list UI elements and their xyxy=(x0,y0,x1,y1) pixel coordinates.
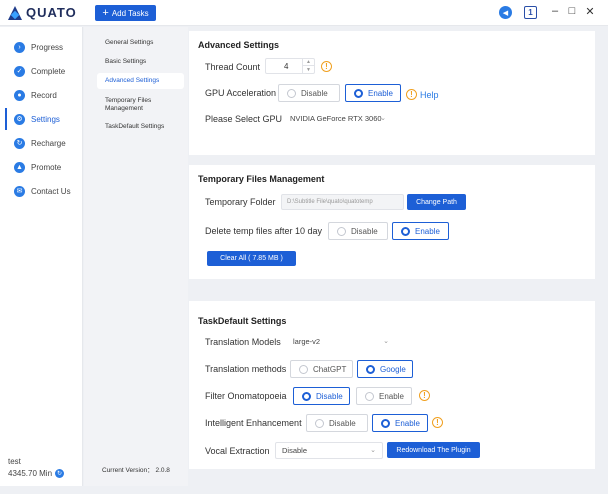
complete-icon: ✓ xyxy=(14,65,25,77)
app-logo: QUATO xyxy=(8,5,77,20)
filter-warning-icon: ! xyxy=(419,390,430,401)
filter-disable-radio[interactable]: Disable xyxy=(293,387,350,405)
gpu-select[interactable]: NVIDIA GeForce RTX 3060 ⌄ xyxy=(283,110,393,127)
gpu-enable-radio[interactable]: Enable xyxy=(345,84,401,102)
redownload-plugin-button[interactable]: Redownload The Plugin xyxy=(387,442,480,458)
sidebar-item-progress[interactable]: › Progress xyxy=(0,36,83,58)
translation-methods-label: Translation methods xyxy=(205,364,287,374)
translation-models-select[interactable]: large-v2 ⌄ xyxy=(286,333,396,350)
speaker-icon[interactable]: ◀ xyxy=(499,6,512,19)
vocal-extraction-label: Vocal Extraction xyxy=(205,446,270,456)
change-path-button[interactable]: Change Path xyxy=(407,194,466,210)
help-icon: ! xyxy=(406,89,417,100)
filter-enable-radio[interactable]: Enable xyxy=(356,387,412,405)
sidebar-item-record[interactable]: ● Record xyxy=(0,84,83,106)
add-tasks-label: Add Tasks xyxy=(111,8,149,18)
settings-subnav: General Settings Basic Settings Advanced… xyxy=(84,27,188,486)
enhance-disable-radio[interactable]: Disable xyxy=(306,414,368,432)
record-icon: ● xyxy=(14,89,25,101)
increment-icon[interactable]: ▲ xyxy=(302,59,314,66)
minutes-value: 4345.70 Min xyxy=(8,469,53,478)
sidebar: › Progress ✓ Complete ● Record ⚙ Setting… xyxy=(0,27,83,486)
sidebar-item-label: Promote xyxy=(31,162,62,172)
subnav-advanced-settings[interactable]: Advanced Settings xyxy=(97,73,184,89)
chevron-down-icon: ⌄ xyxy=(383,338,389,345)
method-google-radio[interactable]: Google xyxy=(357,360,413,378)
help-label: Help xyxy=(420,89,439,100)
refresh-icon[interactable]: ↻ xyxy=(55,469,65,478)
chevron-down-icon: ⌄ xyxy=(370,447,376,454)
contact-icon: ✉ xyxy=(14,185,25,197)
user-balance: 4345.70 Min ↻ xyxy=(8,469,65,478)
gpu-select-label: Please Select GPU xyxy=(205,114,283,124)
subnav-temporary-files[interactable]: Temporary Files Management xyxy=(105,97,175,113)
sidebar-item-label: Progress xyxy=(31,42,64,52)
calendar-icon[interactable]: 1 xyxy=(524,6,537,19)
delete-disable-radio[interactable]: Disable xyxy=(328,222,388,240)
thread-count-value: 4 xyxy=(284,62,289,71)
delete-enable-radio[interactable]: Enable xyxy=(392,222,449,240)
taskdefault-settings-title: TaskDefault Settings xyxy=(198,316,287,326)
vocal-extraction-value: Disable xyxy=(282,446,308,455)
chevron-down-icon: ⌄ xyxy=(380,115,386,122)
method-chatgpt-radio[interactable]: ChatGPT xyxy=(290,360,353,378)
filter-onomatopoeia-label: Filter Onomatopoeia xyxy=(205,391,287,401)
add-tasks-button[interactable]: + Add Tasks xyxy=(95,5,156,21)
app-name: QUATO xyxy=(26,5,77,20)
progress-icon: › xyxy=(14,41,25,53)
current-version: Current Version： 2.0.8 xyxy=(102,467,170,474)
user-name: test xyxy=(8,457,21,466)
sidebar-item-label: Record xyxy=(31,90,57,100)
intelligent-enhancement-label: Intelligent Enhancement xyxy=(205,418,302,428)
sidebar-item-label: Recharge xyxy=(31,138,66,148)
close-button[interactable]: ✕ xyxy=(584,5,596,18)
plus-icon: + xyxy=(102,6,109,19)
title-bar: QUATO + Add Tasks ◀ 1 – □ ✕ xyxy=(0,0,608,26)
gpu-select-value: NVIDIA GeForce RTX 3060 xyxy=(290,114,382,123)
subnav-general-settings[interactable]: General Settings xyxy=(105,39,153,47)
subnav-taskdefault-settings[interactable]: TaskDefault Settings xyxy=(105,123,164,131)
decrement-icon[interactable]: ▼ xyxy=(302,66,314,73)
delete-temp-label: Delete temp files after 10 day xyxy=(205,226,323,236)
sidebar-item-contact-us[interactable]: ✉ Contact Us xyxy=(0,180,83,202)
temp-folder-label: Temporary Folder xyxy=(205,197,276,207)
vocal-extraction-select[interactable]: Disable ⌄ xyxy=(275,442,383,459)
logo-icon xyxy=(8,5,22,20)
translation-models-value: large-v2 xyxy=(293,337,321,346)
sidebar-item-complete[interactable]: ✓ Complete xyxy=(0,60,83,82)
sidebar-item-recharge[interactable]: ↻ Recharge xyxy=(0,132,83,154)
temp-files-title: Temporary Files Management xyxy=(198,174,325,184)
clear-all-button[interactable]: Clear All ( 7.85 MB ) xyxy=(207,251,296,266)
advanced-settings-title: Advanced Settings xyxy=(198,40,280,50)
thread-count-warning-icon: ! xyxy=(321,61,332,72)
sidebar-item-label: Contact Us xyxy=(31,186,71,196)
sidebar-item-promote[interactable]: ▲ Promote xyxy=(0,156,83,178)
translation-models-label: Translation Models xyxy=(205,337,281,347)
subnav-basic-settings[interactable]: Basic Settings xyxy=(105,58,146,66)
maximize-button[interactable]: □ xyxy=(566,5,578,17)
minimize-button[interactable]: – xyxy=(549,5,561,17)
sidebar-item-label: Complete xyxy=(31,66,66,76)
recharge-icon: ↻ xyxy=(14,137,25,149)
thread-count-label: Thread Count xyxy=(205,62,261,72)
help-link[interactable]: ! Help xyxy=(406,89,439,100)
promote-icon: ▲ xyxy=(14,161,25,173)
gpu-disable-radio[interactable]: Disable xyxy=(278,84,340,102)
gpu-acceleration-label: GPU Acceleration xyxy=(205,88,277,98)
enhance-enable-radio[interactable]: Enable xyxy=(372,414,428,432)
sidebar-item-label: Settings xyxy=(31,114,60,124)
enhance-warning-icon: ! xyxy=(432,417,443,428)
temp-folder-input[interactable]: D:\Subtitle File\quato\quatotemp xyxy=(281,194,404,210)
thread-count-stepper[interactable]: 4 ▲ ▼ xyxy=(265,58,315,74)
sidebar-item-settings[interactable]: ⚙ Settings xyxy=(0,108,83,130)
settings-icon: ⚙ xyxy=(14,113,25,125)
